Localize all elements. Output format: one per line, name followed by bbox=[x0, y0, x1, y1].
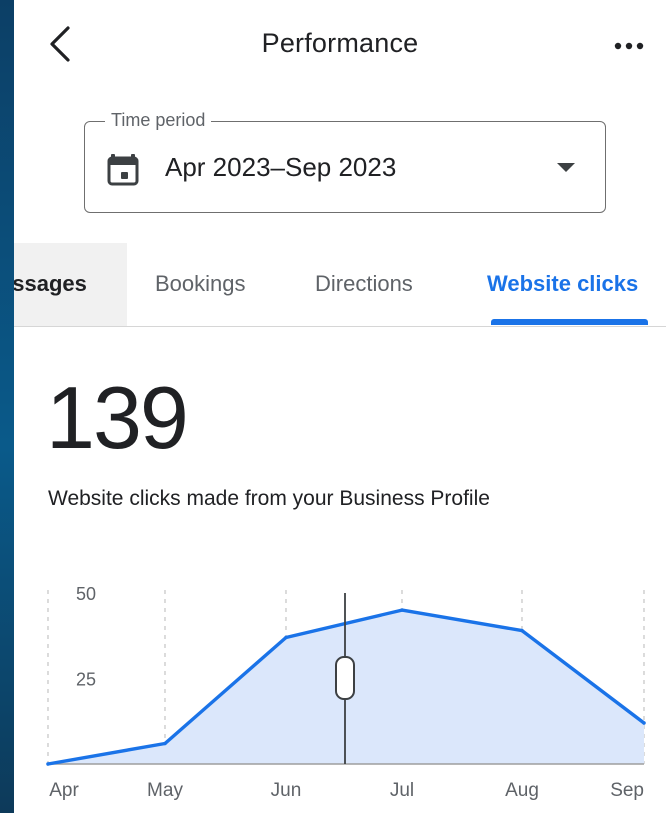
time-period-select[interactable]: Time period Apr 2023–Sep 2023 bbox=[84, 110, 606, 213]
x-tick-label: Sep bbox=[610, 780, 644, 801]
data-point-may bbox=[163, 741, 167, 746]
time-period-label: Time period bbox=[105, 110, 212, 131]
tab-website-clicks[interactable]: Website clicks bbox=[457, 243, 666, 326]
background-strip bbox=[0, 0, 14, 813]
time-period-value: Apr 2023–Sep 2023 bbox=[165, 152, 397, 182]
x-tick-label: Jun bbox=[271, 780, 302, 801]
x-tick-label: May bbox=[147, 780, 183, 801]
y-tick-label: 50 bbox=[76, 584, 96, 604]
data-point-jul bbox=[400, 608, 404, 612]
tab-label: Website clicks bbox=[487, 271, 639, 296]
x-tick-label: Aug bbox=[505, 780, 539, 801]
page-title: Performance bbox=[261, 28, 419, 58]
dropdown-arrow-icon bbox=[557, 163, 575, 172]
metric-description: Website clicks made from your Business P… bbox=[48, 487, 490, 510]
more-options-button[interactable] bbox=[608, 28, 652, 64]
performance-panel: Performance Time period Apr 2023–Sep 202… bbox=[14, 0, 666, 813]
tab-label: Directions bbox=[315, 271, 413, 296]
website-clicks-chart[interactable]: 50 25 Apr May Jun Jul Aug Sep bbox=[14, 560, 666, 813]
scrubber-handle[interactable] bbox=[335, 656, 355, 700]
tab-label: essages bbox=[14, 271, 87, 296]
tab-directions[interactable]: Directions bbox=[277, 243, 457, 326]
metric-tabs: essages Bookings Directions Website clic… bbox=[14, 243, 666, 327]
tab-bookings[interactable]: Bookings bbox=[127, 243, 277, 326]
calendar-icon bbox=[107, 154, 139, 186]
data-point-apr bbox=[46, 762, 50, 766]
tab-label: Bookings bbox=[155, 271, 246, 296]
more-horizontal-icon bbox=[614, 42, 644, 50]
y-tick-label: 25 bbox=[76, 670, 96, 690]
x-tick-label: Jul bbox=[390, 780, 414, 801]
data-point-jun bbox=[284, 635, 288, 640]
data-point-sep bbox=[642, 721, 646, 725]
app-header: Performance bbox=[14, 0, 666, 90]
tab-messages[interactable]: essages bbox=[14, 243, 127, 326]
metric-value: 139 bbox=[46, 368, 189, 467]
active-tab-indicator bbox=[491, 319, 648, 325]
data-point-aug bbox=[520, 628, 524, 633]
x-tick-label: Apr bbox=[49, 780, 79, 801]
